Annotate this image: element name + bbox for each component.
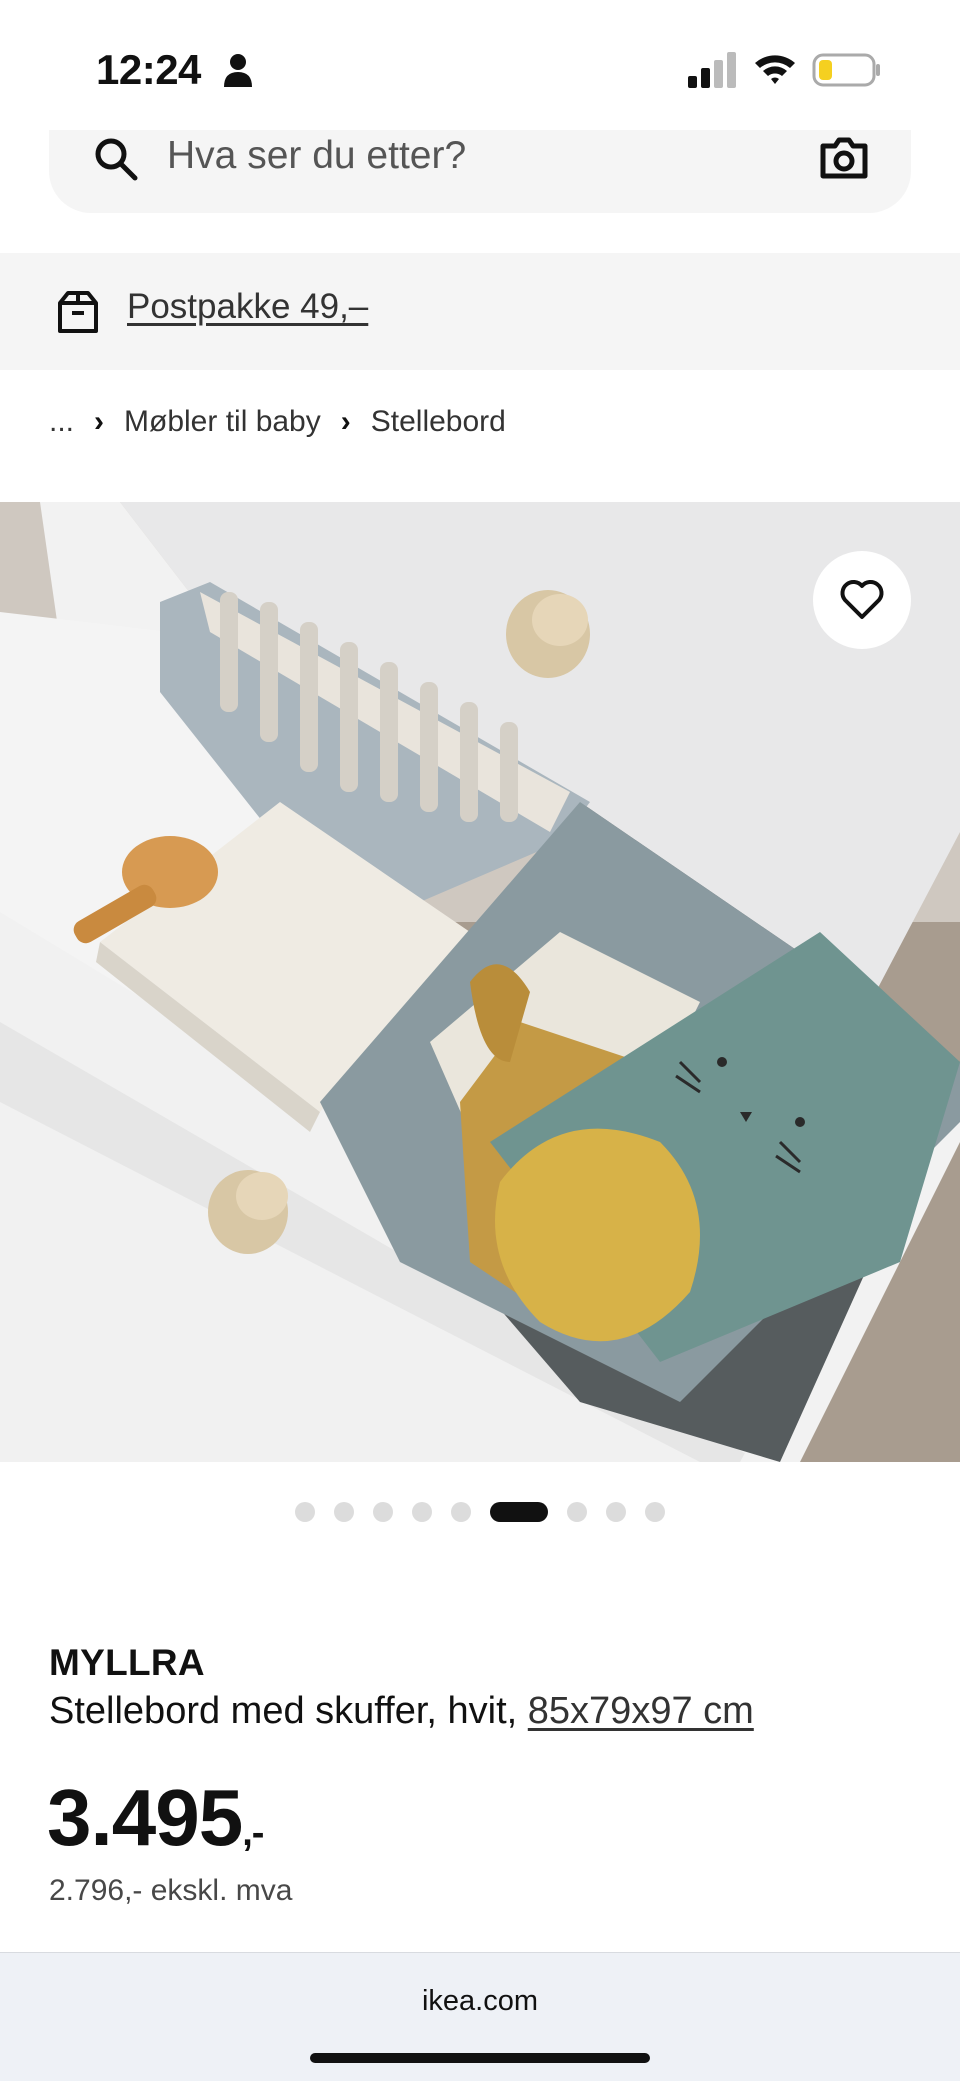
product-image[interactable] bbox=[0, 502, 960, 1462]
carousel-dot[interactable] bbox=[295, 1502, 315, 1522]
camera-icon[interactable] bbox=[819, 136, 869, 180]
product-name: MYLLRA bbox=[49, 1642, 205, 1683]
person-icon bbox=[224, 54, 252, 87]
carousel-dot[interactable] bbox=[373, 1502, 393, 1522]
heart-icon bbox=[840, 580, 884, 619]
status-bar: 12:24 bbox=[0, 0, 960, 140]
browser-url-bar[interactable]: ikea.com bbox=[0, 1952, 960, 2081]
clock: 12:24 bbox=[96, 46, 201, 93]
product-photo-illustration bbox=[0, 502, 960, 1462]
price-suffix: ,- bbox=[242, 1812, 264, 1854]
chevron-right-icon: › bbox=[94, 405, 105, 438]
product-description: Stellebord med skuffer, hvit, 85x79x97 c… bbox=[49, 1690, 754, 1733]
product-description-text: Stellebord med skuffer, hvit, bbox=[49, 1690, 518, 1732]
carousel-dot[interactable] bbox=[606, 1502, 626, 1522]
home-indicator bbox=[310, 2053, 650, 2063]
favorite-button[interactable] bbox=[813, 551, 911, 649]
signal-icon bbox=[688, 52, 736, 88]
battery-icon bbox=[812, 53, 880, 87]
breadcrumb-item-changing-table[interactable]: Stellebord bbox=[371, 405, 506, 439]
breadcrumb: ... › Møbler til baby › Stellebord bbox=[49, 400, 506, 444]
product-price: 3.495,- bbox=[47, 1772, 264, 1864]
shipping-link[interactable]: Postpakke 49,– bbox=[127, 287, 368, 327]
carousel-dot[interactable] bbox=[334, 1502, 354, 1522]
chevron-right-icon: › bbox=[340, 405, 351, 438]
search-input[interactable]: Hva ser du etter? bbox=[167, 134, 466, 178]
carousel-dot[interactable] bbox=[451, 1502, 471, 1522]
price-ex-vat: 2.796,- ekskl. mva bbox=[49, 1874, 293, 1907]
carousel-dot[interactable] bbox=[645, 1502, 665, 1522]
carousel-dot[interactable] bbox=[412, 1502, 432, 1522]
shipping-banner: Postpakke 49,– bbox=[0, 253, 960, 370]
carousel-dot-active[interactable] bbox=[490, 1502, 548, 1522]
search-bar[interactable]: Hva ser du etter? bbox=[49, 130, 911, 213]
breadcrumb-ellipsis[interactable]: ... bbox=[49, 405, 74, 439]
price-value: 3.495 bbox=[47, 1773, 243, 1862]
product-size-link[interactable]: 85x79x97 cm bbox=[528, 1690, 754, 1732]
carousel-dot[interactable] bbox=[567, 1502, 587, 1522]
carousel-dots[interactable] bbox=[0, 1500, 960, 1524]
box-icon bbox=[58, 291, 98, 333]
search-icon bbox=[95, 138, 138, 181]
url-text[interactable]: ikea.com bbox=[0, 1985, 960, 2018]
wifi-icon bbox=[755, 55, 795, 84]
breadcrumb-item-baby-furniture[interactable]: Møbler til baby bbox=[124, 405, 321, 439]
